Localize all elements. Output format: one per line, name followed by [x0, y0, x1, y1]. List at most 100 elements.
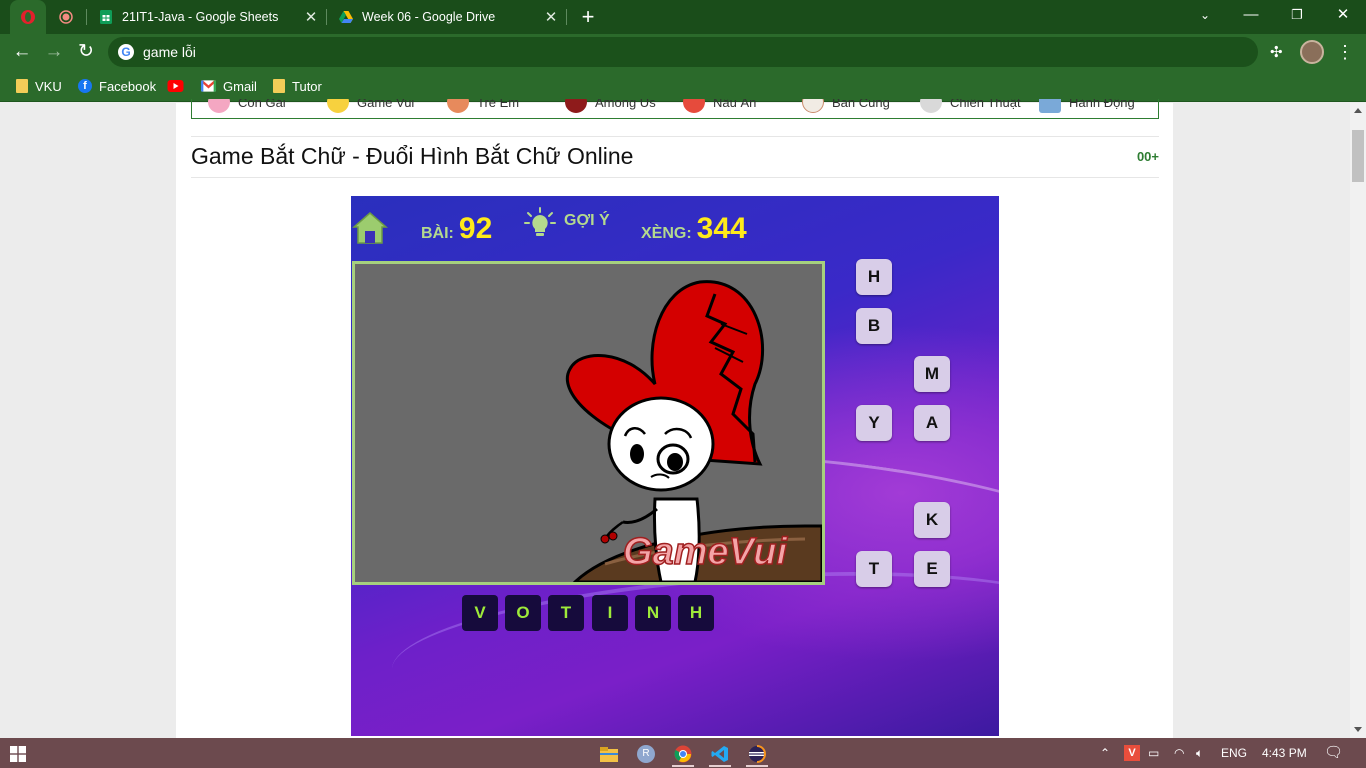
facebook-icon: f — [78, 79, 92, 93]
girl-icon — [208, 99, 230, 113]
new-tab-button[interactable]: + — [576, 4, 600, 30]
scroll-down-arrow-icon[interactable] — [1354, 727, 1362, 732]
level-label: BÀI: — [421, 225, 454, 242]
letter-choice[interactable]: M — [914, 356, 950, 392]
extensions-puzzle-icon[interactable]: ✣ — [1270, 43, 1283, 61]
category-label: Bắn Cung — [832, 99, 890, 110]
volume-muted-icon[interactable]: 🔈︎ — [1196, 738, 1203, 768]
answer-slot[interactable]: I — [592, 595, 628, 631]
google-sheets-icon — [100, 10, 112, 24]
tab-google-drive[interactable]: Week 06 - Google Drive ✕ — [326, 0, 568, 34]
battery-icon[interactable]: ▭ — [1148, 738, 1159, 768]
target-icon — [802, 99, 824, 113]
profile-avatar[interactable] — [1300, 40, 1324, 64]
bookmark-vku[interactable]: VKU — [16, 77, 62, 95]
home-icon[interactable] — [352, 210, 388, 246]
letter-choice[interactable]: B — [856, 308, 892, 344]
hint-label: GỢI Ý — [564, 212, 610, 229]
hint-button[interactable]: GỢI Ý — [564, 212, 610, 230]
close-window-icon[interactable]: ✕ — [1320, 0, 1366, 30]
tab-search-chevron-icon[interactable]: ⌄ — [1182, 0, 1228, 30]
category-nau-an[interactable]: Nấu Ăn — [683, 99, 756, 113]
scrollbar-thumb[interactable] — [1352, 130, 1364, 182]
game-canvas[interactable]: BÀI: 92 GỢI Ý XÈNG: 344 GameVui H B M Y … — [351, 196, 999, 736]
eclipse-icon[interactable] — [744, 741, 770, 767]
answer-slot[interactable]: N — [635, 595, 671, 631]
category-label: Among Us — [595, 99, 656, 110]
category-label: Game Vui — [357, 99, 415, 110]
level-indicator: BÀI: 92 — [421, 212, 492, 246]
letter-choice[interactable]: Y — [856, 405, 892, 441]
address-bar[interactable]: G game lỗi — [108, 37, 1258, 67]
bookmark-youtube[interactable] — [167, 77, 191, 95]
lightbulb-icon[interactable] — [523, 206, 557, 240]
tab-google-sheets[interactable]: 21IT1-Java - Google Sheets ✕ — [86, 0, 328, 34]
bookmark-facebook[interactable]: f Facebook — [78, 77, 156, 95]
close-tab-icon[interactable]: ✕ — [542, 8, 560, 26]
chrome-icon[interactable] — [670, 741, 696, 767]
tab-recording-pinned[interactable] — [48, 0, 84, 34]
page-scrollbar[interactable] — [1350, 103, 1366, 738]
category-tre-em[interactable]: Trẻ Em — [447, 99, 519, 113]
letter-choice[interactable]: E — [914, 551, 950, 587]
play-count: 00+ — [1136, 149, 1159, 164]
show-hidden-icons-chevron-icon[interactable]: ⌃ — [1100, 738, 1110, 768]
gmail-icon — [201, 80, 216, 92]
forward-arrow-icon[interactable]: → — [40, 38, 68, 66]
active-app-indicator — [746, 765, 768, 767]
gamevui-watermark: GameVui — [623, 531, 788, 573]
letter-choice[interactable]: T — [856, 551, 892, 587]
vietnamese-input-icon[interactable]: V — [1124, 745, 1140, 761]
tab-opera-pinned[interactable] — [10, 0, 46, 34]
smiley-icon — [327, 99, 349, 113]
divider — [191, 177, 1159, 178]
category-label: Hành Động — [1069, 99, 1135, 110]
letter-choice[interactable]: K — [914, 502, 950, 538]
folder-icon — [273, 79, 285, 93]
r-icon[interactable]: R — [633, 741, 659, 767]
bookmark-label: Gmail — [223, 78, 257, 94]
reload-icon[interactable]: ↻ — [72, 38, 100, 66]
clock-time[interactable]: 4:43 PM — [1262, 738, 1307, 768]
divider — [191, 136, 1159, 137]
folder-icon — [16, 79, 28, 93]
answer-slot[interactable]: O — [505, 595, 541, 631]
action-icon — [1039, 99, 1061, 113]
letter-choice[interactable]: A — [914, 405, 950, 441]
close-tab-icon[interactable]: ✕ — [302, 8, 320, 26]
back-arrow-icon[interactable]: ← — [8, 38, 36, 66]
answer-slot[interactable]: V — [462, 595, 498, 631]
minimize-icon[interactable]: — — [1228, 0, 1274, 30]
wifi-icon[interactable]: ◠ — [1174, 738, 1184, 768]
address-text: game lỗi — [143, 44, 196, 60]
scroll-up-arrow-icon[interactable] — [1354, 108, 1362, 113]
vscode-icon[interactable] — [707, 741, 733, 767]
answer-slot[interactable]: H — [678, 595, 714, 631]
restore-icon[interactable]: ❐ — [1274, 0, 1320, 30]
menu-kebab-icon[interactable]: ⋮ — [1336, 40, 1354, 64]
category-label: Con Gái — [238, 99, 286, 110]
category-chien-thuat[interactable]: Chiến Thuật — [920, 99, 1021, 113]
letter-choice[interactable]: H — [856, 259, 892, 295]
level-number: 92 — [458, 212, 493, 245]
file-explorer-icon[interactable] — [596, 741, 622, 767]
category-con-gai[interactable]: Con Gái — [208, 99, 286, 113]
bookmark-label: Facebook — [99, 78, 157, 94]
kid-icon — [447, 99, 469, 113]
category-game-vui[interactable]: Game Vui — [327, 99, 414, 113]
category-label: Nấu Ăn — [713, 99, 757, 110]
bookmark-label: VKU — [35, 78, 62, 94]
bookmark-tutor[interactable]: Tutor — [273, 77, 322, 95]
category-among-us[interactable]: Among Us — [565, 99, 656, 113]
category-ban-cung[interactable]: Bắn Cung — [802, 99, 890, 113]
youtube-icon — [167, 80, 184, 92]
input-language[interactable]: ENG — [1221, 738, 1247, 768]
active-app-indicator — [709, 765, 731, 767]
category-hanh-dong[interactable]: Hành Động — [1039, 99, 1135, 113]
answer-slot[interactable]: T — [548, 595, 584, 631]
bookmark-gmail[interactable]: Gmail — [201, 77, 257, 95]
windows-start-icon[interactable] — [10, 746, 26, 762]
windows-taskbar: R ⌃ V ▭ ◠ 🔈︎ ENG 4:43 PM 🗨︎ — [0, 738, 1366, 768]
strategy-icon — [920, 99, 942, 113]
notifications-icon[interactable]: 🗨︎ — [1324, 738, 1343, 768]
